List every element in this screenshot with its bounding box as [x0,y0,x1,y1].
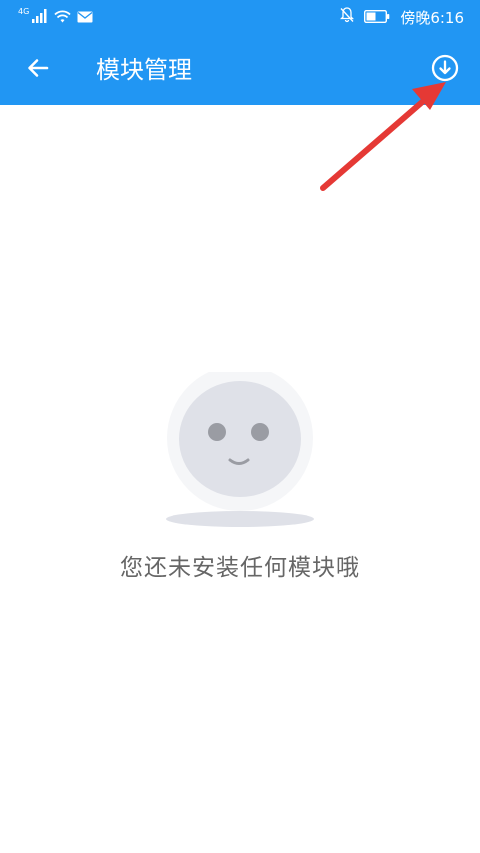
status-time: 傍晚6:16 [400,8,464,27]
download-button[interactable] [427,52,463,88]
network-type-label: 4G [18,7,30,16]
page-title: 模块管理 [96,56,192,84]
back-button[interactable] [20,52,56,88]
mail-icon [77,8,93,27]
status-bar: 4G 傍晚6:16 [0,0,480,35]
notifications-off-icon [340,7,355,27]
empty-state-illustration [160,365,320,537]
status-bar-left: 4G [18,6,93,28]
app-bar: 模块管理 [0,35,480,105]
arrow-left-icon [26,56,50,84]
battery-icon [364,8,390,27]
status-bar-right: 傍晚6:16 [340,6,464,28]
wifi-icon [54,8,71,27]
download-icon [431,54,459,86]
signal-icon [32,8,48,27]
empty-state-message: 您还未安装任何模块哦 [120,555,360,581]
